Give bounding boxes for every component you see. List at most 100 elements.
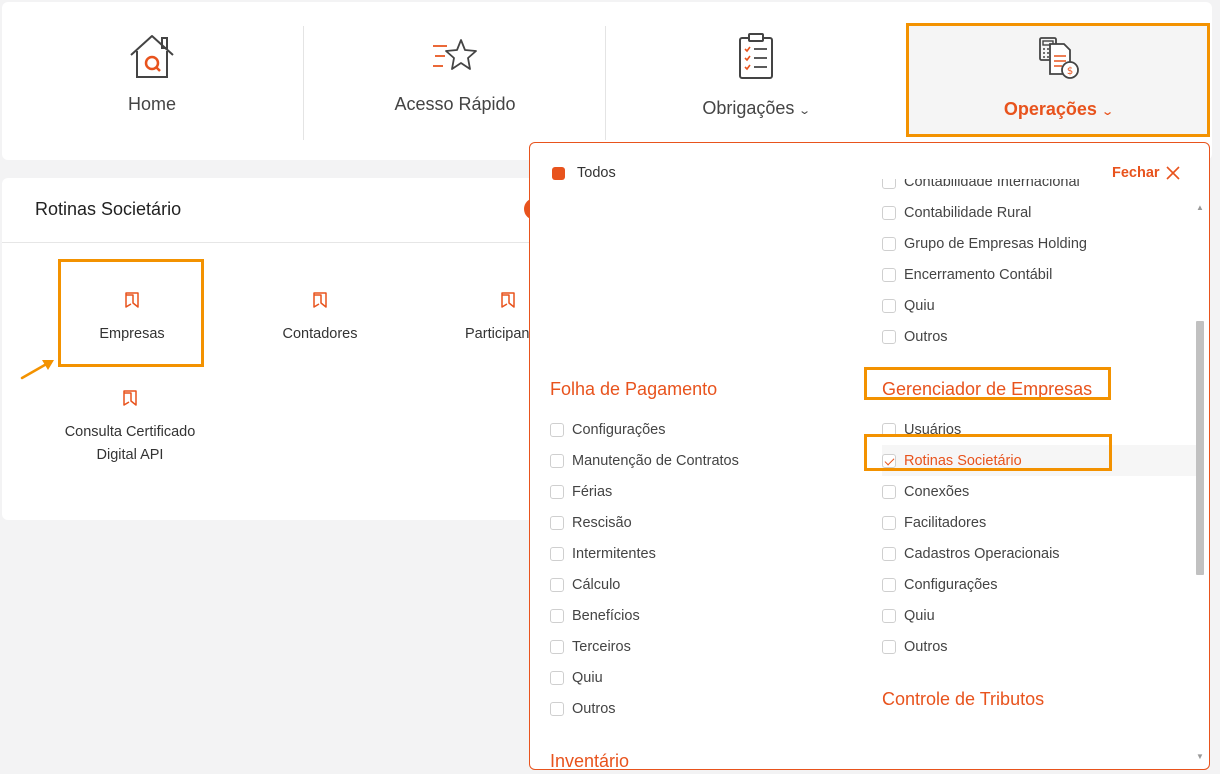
checkbox[interactable] — [550, 577, 564, 592]
menu-item-quiu[interactable]: Quiu — [550, 662, 870, 693]
highlight-rotinas — [864, 434, 1112, 471]
menu-item-label: Benefícios — [572, 607, 640, 624]
folder-icon — [501, 292, 515, 308]
checkbox[interactable] — [882, 515, 896, 530]
menu-item-label: Contabilidade Rural — [904, 204, 1032, 221]
menu-item-configuracoes[interactable]: Configurações — [550, 414, 870, 445]
calculator-document-icon: $ — [1039, 37, 1079, 79]
nav-operacoes-text: Operações — [1003, 99, 1097, 119]
scroll-down-icon[interactable]: ▼ — [1196, 752, 1204, 761]
menu-item-terceiros[interactable]: Terceiros — [550, 631, 870, 662]
divider — [2, 242, 562, 243]
menu-item-outros[interactable]: Outros — [550, 693, 870, 724]
menu-item-contabilidade-internacional[interactable]: Contabilidade Internacional — [882, 179, 1202, 197]
highlight-gerenciador — [864, 367, 1111, 400]
checkbox[interactable] — [882, 298, 896, 313]
nav-home-label: Home — [127, 94, 176, 114]
checkbox[interactable] — [550, 639, 564, 654]
menu-item-label: Outros — [904, 638, 948, 655]
menu-item-beneficios[interactable]: Benefícios — [550, 600, 870, 631]
menu-column-left: Outros Folha de Pagamento Configurações Man… — [550, 179, 870, 770]
tile-consulta-certificado[interactable]: Consulta Certificado Digital API — [55, 388, 205, 467]
menu-item-label: Contabilidade Internacional — [904, 179, 1080, 190]
menu-item-contabilidade-rural[interactable]: Contabilidade Rural — [882, 197, 1202, 228]
nav-home[interactable]: Home — [2, 2, 302, 160]
checkbox[interactable] — [550, 484, 564, 499]
menu-item-label: Quiu — [904, 297, 935, 314]
menu-item-label: Configurações — [572, 421, 666, 438]
highlight-empresas — [58, 259, 204, 367]
checkbox[interactable] — [550, 670, 564, 685]
menu-item-ferias[interactable]: Férias — [550, 476, 870, 507]
menu-item-outros[interactable]: Outros — [882, 321, 1202, 352]
menu-item-outros[interactable]: Outros — [882, 631, 1202, 662]
chevron-down-icon: ⌄ — [1101, 105, 1114, 118]
arrow-icon — [20, 360, 54, 380]
menu-item-configuracoes[interactable]: Configurações — [882, 569, 1202, 600]
nav-acesso-label: Acesso Rápido — [394, 94, 516, 114]
menu-item-label: Configurações — [904, 576, 998, 593]
checkbox[interactable] — [550, 546, 564, 561]
star-icon — [433, 39, 477, 70]
folder-icon — [313, 292, 327, 308]
menu-item-calculo[interactable]: Cálculo — [550, 569, 870, 600]
menu-item-grupo-de-empresas-holding[interactable]: Grupo de Empresas Holding — [882, 228, 1202, 259]
menu-item-cadastros-operacionais[interactable]: Cadastros Operacionais — [882, 538, 1202, 569]
menu-item-label: Outros — [904, 328, 948, 345]
menu-item-label: Quiu — [572, 669, 603, 686]
checkbox[interactable] — [882, 608, 896, 623]
tile-contadores[interactable]: Contadores — [245, 290, 395, 346]
scrollbar-thumb[interactable] — [1196, 321, 1204, 575]
home-icon — [130, 35, 174, 78]
nav-operacoes[interactable]: $ Operações ⌄ — [906, 23, 1210, 137]
checkbox[interactable] — [550, 453, 564, 468]
close-icon — [1165, 166, 1180, 180]
scrollbar[interactable]: ▲ ▼ — [1196, 203, 1204, 761]
nav-obrigacoes-text: Obrigações — [702, 98, 795, 118]
menu-item-label: Cadastros Operacionais — [904, 545, 1060, 562]
menu-item-quiu[interactable]: Quiu — [882, 290, 1202, 321]
menu-item-label: Encerramento Contábil — [904, 266, 1053, 283]
checkbox[interactable] — [550, 422, 564, 437]
checkbox[interactable] — [882, 639, 896, 654]
card-title: Rotinas Societário — [35, 199, 182, 219]
checkbox[interactable] — [882, 179, 896, 189]
menu-item-label: Cálculo — [572, 576, 621, 593]
checkbox[interactable] — [882, 484, 896, 499]
menu-item-label: Intermitentes — [572, 545, 656, 562]
menu-item-facilitadores[interactable]: Facilitadores — [882, 507, 1202, 538]
menu-item-conexoes[interactable]: Conexões — [882, 476, 1202, 507]
checkbox[interactable] — [882, 577, 896, 592]
menu-item-outros[interactable]: Outros — [550, 179, 870, 187]
section-title-folha-de-pagamento: Folha de Pagamento — [550, 379, 718, 399]
menu-item-label: Grupo de Empresas Holding — [904, 235, 1087, 252]
checkbox[interactable] — [550, 608, 564, 623]
checkbox[interactable] — [882, 329, 896, 344]
checkbox[interactable] — [882, 267, 896, 282]
checkbox[interactable] — [882, 205, 896, 220]
nav-obrigacoes[interactable]: Obrigações ⌄ — [606, 2, 906, 160]
checkbox[interactable] — [882, 546, 896, 561]
menu-item-manutencao-de-contratos[interactable]: Manutenção de Contratos — [550, 445, 870, 476]
menu-item-label: Terceiros — [572, 638, 631, 655]
nav-acesso-rapido[interactable]: Acesso Rápido — [304, 2, 606, 160]
menu-item-label: Outros — [572, 179, 616, 180]
tile-label: Consulta Certificado Digital API — [64, 424, 196, 463]
menu-item-label: Conexões — [904, 483, 970, 500]
nav-obrigacoes-label: Obrigações ⌄ — [702, 98, 811, 119]
checkbox[interactable] — [550, 701, 564, 716]
menu-item-label: Manutenção de Contratos — [572, 452, 739, 469]
menu-item-label: Quiu — [904, 607, 935, 624]
todos-checkbox[interactable] — [552, 166, 565, 180]
nav-operacoes-label: Operações ⌄ — [1003, 99, 1114, 120]
checkbox[interactable] — [550, 515, 564, 530]
menu-item-rescisao[interactable]: Rescisão — [550, 507, 870, 538]
menu-item-intermitentes[interactable]: Intermitentes — [550, 538, 870, 569]
menu-item-label: Outros — [572, 700, 616, 717]
menu-item-quiu[interactable]: Quiu — [882, 600, 1202, 631]
menu-item-encerramento-contabil[interactable]: Encerramento Contábil — [882, 259, 1202, 290]
scroll-up-icon[interactable]: ▲ — [1196, 203, 1204, 212]
menu-column-right: Contabilidade Internacional Contabilidade… — [882, 179, 1202, 769]
section-title-inventario: Inventário — [550, 751, 630, 770]
checkbox[interactable] — [882, 236, 896, 251]
